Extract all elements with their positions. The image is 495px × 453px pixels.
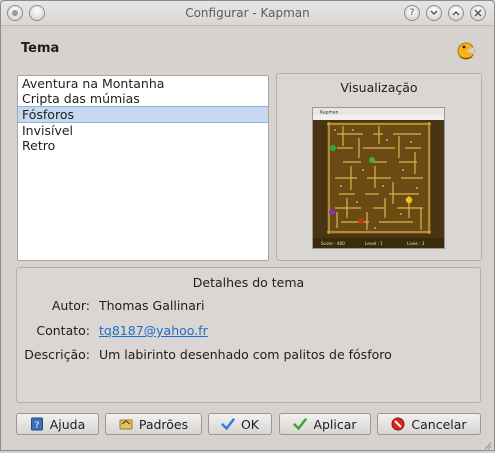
contact-link[interactable]: tq8187@yahoo.fr bbox=[99, 323, 208, 338]
apply-button-label: Aplicar bbox=[313, 416, 357, 432]
theme-list-item[interactable]: Invisível bbox=[18, 123, 268, 138]
author-value: Thomas Gallinari bbox=[99, 298, 205, 313]
theme-preview-image: Kapman Score: 400 Level: 1 Lives: 3 bbox=[312, 107, 445, 249]
apply-check-icon bbox=[293, 417, 308, 431]
thumb-level: Level : 1 bbox=[365, 241, 383, 246]
details-title: Detalhes do tema bbox=[192, 275, 305, 290]
help-icon[interactable]: ? bbox=[404, 5, 420, 21]
apply-button[interactable]: Aplicar bbox=[279, 413, 371, 435]
help-button-label: Ajuda bbox=[49, 416, 86, 432]
defaults-icon bbox=[119, 417, 133, 431]
ok-button-label: OK bbox=[240, 416, 260, 432]
minimize-icon[interactable] bbox=[426, 5, 442, 21]
ok-button[interactable]: OK bbox=[208, 413, 272, 435]
close-icon[interactable] bbox=[470, 5, 486, 21]
resize-grip-icon[interactable] bbox=[482, 438, 492, 450]
page-title: Tema bbox=[21, 41, 60, 56]
thumb-score: Score : 400 bbox=[321, 241, 345, 246]
ok-check-icon bbox=[221, 417, 235, 431]
thumb-lives: Lives : 3 bbox=[407, 241, 425, 246]
description-value: Um labirinto desenhado com palitos de fó… bbox=[99, 347, 392, 362]
theme-list-item[interactable]: Retro bbox=[18, 138, 268, 153]
cancel-icon bbox=[391, 417, 405, 431]
window-title: Configurar - Kapman bbox=[185, 6, 310, 20]
cancel-button-label: Cancelar bbox=[411, 416, 467, 432]
author-label: Autor: bbox=[51, 298, 90, 313]
defaults-button[interactable]: Padrões bbox=[105, 413, 202, 435]
maximize-icon[interactable] bbox=[448, 5, 464, 21]
defaults-button-label: Padrões bbox=[138, 416, 189, 432]
thumb-app-title: Kapman bbox=[320, 110, 339, 116]
theme-list-item-selected[interactable]: Fósforos bbox=[18, 106, 268, 123]
help-button[interactable]: ? Ajuda bbox=[16, 413, 99, 435]
help-book-icon: ? bbox=[30, 417, 44, 431]
preview-title: Visualização bbox=[340, 80, 418, 95]
contact-label: Contato: bbox=[36, 323, 90, 338]
config-dialog: Configurar - Kapman ? Tema Aventura na M… bbox=[0, 0, 495, 451]
kapman-icon bbox=[456, 41, 476, 61]
theme-details-panel: Detalhes do tema Autor: Thomas Gallinari… bbox=[16, 267, 481, 403]
description-label: Descrição: bbox=[24, 347, 90, 362]
theme-list-item[interactable]: Cripta das múmias bbox=[18, 91, 268, 106]
theme-list-item[interactable]: Aventura na Montanha bbox=[18, 76, 268, 91]
svg-text:?: ? bbox=[34, 421, 39, 431]
preview-panel: Visualização Kapman Score: 400 Level: … bbox=[276, 73, 482, 261]
cancel-button[interactable]: Cancelar bbox=[377, 413, 481, 435]
title-bar[interactable]: Configurar - Kapman ? bbox=[1, 1, 494, 26]
theme-list[interactable]: Aventura na Montanha Cripta das múmias F… bbox=[17, 75, 269, 261]
